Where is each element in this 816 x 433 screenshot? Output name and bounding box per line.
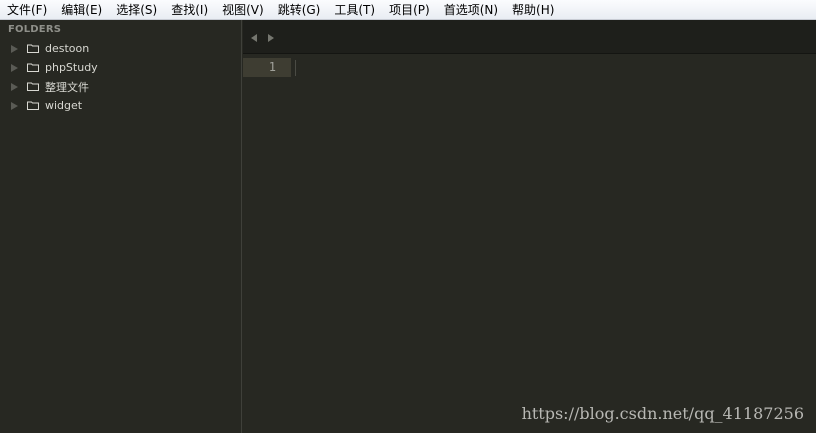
menu-view[interactable]: 视图(V) — [215, 0, 271, 20]
folder-icon — [27, 63, 39, 72]
next-tab-icon[interactable] — [268, 34, 274, 42]
menu-bar: 文件(F) 编辑(E) 选择(S) 查找(I) 视图(V) 跳转(G) 工具(T… — [0, 0, 816, 20]
folder-item-destoon[interactable]: destoon — [0, 39, 240, 58]
tab-bar — [243, 20, 816, 54]
disclosure-triangle-icon[interactable] — [11, 101, 18, 110]
folder-label: 整理文件 — [45, 80, 89, 94]
folder-item-widget[interactable]: widget — [0, 96, 240, 115]
folder-label: destoon — [45, 42, 90, 55]
watermark: https://blog.csdn.net/qq_41187256 — [521, 404, 804, 423]
folder-icon — [27, 82, 39, 91]
menu-tools[interactable]: 工具(T) — [327, 0, 382, 20]
folder-item-organize-files[interactable]: 整理文件 — [0, 77, 240, 96]
folder-icon — [27, 101, 39, 110]
menu-find[interactable]: 查找(I) — [164, 0, 215, 20]
menu-preferences[interactable]: 首选项(N) — [437, 0, 505, 20]
menu-project[interactable]: 项目(P) — [382, 0, 437, 20]
folder-label: phpStudy — [45, 61, 98, 74]
menu-goto[interactable]: 跳转(G) — [271, 0, 328, 20]
line-number: 1 — [268, 60, 276, 74]
folder-item-phpstudy[interactable]: phpStudy — [0, 58, 240, 77]
menu-file[interactable]: 文件(F) — [0, 0, 54, 20]
folder-label: widget — [45, 99, 83, 112]
text-cursor — [295, 60, 296, 76]
menu-help[interactable]: 帮助(H) — [505, 0, 561, 20]
editor-area[interactable]: 1 — [243, 54, 816, 433]
previous-tab-icon[interactable] — [251, 34, 257, 42]
menu-selection[interactable]: 选择(S) — [109, 0, 164, 20]
sidebar: FOLDERS destoon phpStudy 整理文件 widget — [0, 20, 242, 433]
folders-header: FOLDERS — [8, 24, 62, 35]
disclosure-triangle-icon[interactable] — [11, 82, 18, 91]
folder-icon — [27, 44, 39, 53]
menu-edit[interactable]: 编辑(E) — [54, 0, 109, 20]
disclosure-triangle-icon[interactable] — [11, 44, 18, 53]
disclosure-triangle-icon[interactable] — [11, 63, 18, 72]
